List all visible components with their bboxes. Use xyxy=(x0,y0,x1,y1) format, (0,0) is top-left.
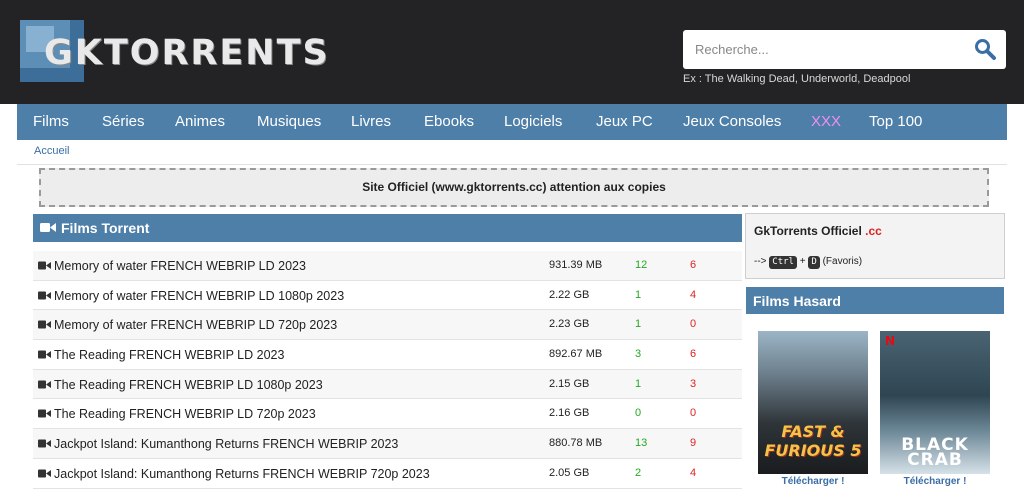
search-icon[interactable] xyxy=(974,38,996,60)
torrent-name-link[interactable]: Jackpot Island: Kumanthong Returns FRENC… xyxy=(54,437,398,451)
torrent-size: 931.39 MB xyxy=(549,259,603,271)
ctrl-key: Ctrl xyxy=(769,256,797,269)
video-camera-icon xyxy=(40,223,56,232)
official-site-box: GkTorrents Officiel .cc --> Ctrl + D (Fa… xyxy=(745,213,1005,279)
torrent-seeders: 0 xyxy=(635,407,642,420)
nav-item-jeux-consoles[interactable]: Jeux Consoles xyxy=(683,104,781,140)
shortcut-plus: + xyxy=(799,256,806,267)
nav-item-animes[interactable]: Animes xyxy=(175,104,225,140)
torrent-seeders: 2 xyxy=(635,466,642,479)
torrent-size: 2.23 GB xyxy=(549,318,590,331)
torrent-seeders: 1 xyxy=(635,288,642,301)
nav-item-top-100[interactable]: Top 100 xyxy=(869,104,922,140)
torrent-size: 892.67 MB xyxy=(549,348,603,361)
torrent-name-link[interactable]: The Reading FRENCH WEBRIP LD 2023 xyxy=(54,348,284,362)
nav-item-logiciels[interactable]: Logiciels xyxy=(504,104,562,140)
table-row[interactable]: Jackpot Island: Kumanthong Returns FRENC… xyxy=(33,429,742,459)
torrent-name-link[interactable]: Memory of water FRENCH WEBRIP LD 2023 xyxy=(54,259,306,273)
films-panel-header: Films Torrent xyxy=(33,214,742,242)
table-row[interactable]: The Reading FRENCH WEBRIP LD 1080p 2023 … xyxy=(33,369,742,400)
torrent-size: 880.78 MB xyxy=(549,437,603,450)
torrent-name-link[interactable]: The Reading FRENCH WEBRIP LD 720p 2023 xyxy=(54,407,316,421)
poster-title: BLACK CRAB xyxy=(901,435,969,470)
breadcrumb-bar xyxy=(17,140,1007,165)
torrent-size: 2.15 GB xyxy=(549,377,590,390)
films-panel-title: Films Torrent xyxy=(61,220,150,236)
breadcrumb-home[interactable]: Accueil xyxy=(34,145,69,157)
torrent-name-link[interactable]: Memory of water FRENCH WEBRIP LD 1080p 2… xyxy=(54,289,344,303)
table-row[interactable]: The Reading FRENCH WEBRIP LD 720p 2023 2… xyxy=(33,399,742,430)
video-camera-icon xyxy=(38,409,51,418)
torrent-seeders: 13 xyxy=(635,437,648,450)
nav-item-livres[interactable]: Livres xyxy=(351,104,391,140)
video-camera-icon xyxy=(38,350,51,359)
torrent-seeders: 12 xyxy=(635,259,648,271)
official-site-tld: .cc xyxy=(865,224,882,238)
nav-item-musiques[interactable]: Musiques xyxy=(257,104,321,140)
torrent-leechers: 6 xyxy=(690,259,697,271)
site-header: GKTORRENTS Ex : The Walking Dead, Underw… xyxy=(0,0,1024,104)
torrent-seeders: 1 xyxy=(635,318,642,331)
nav-item-ebooks[interactable]: Ebooks xyxy=(424,104,474,140)
table-row[interactable]: Memory of water FRENCH WEBRIP LD 2023 93… xyxy=(33,251,742,281)
table-row[interactable]: Memory of water FRENCH WEBRIP LD 1080p 2… xyxy=(33,280,742,311)
official-site-notice: Site Officiel (www.gktorrents.cc) attent… xyxy=(39,168,989,207)
torrent-leechers: 0 xyxy=(690,407,697,420)
torrent-seeders: 3 xyxy=(635,348,642,361)
random-films-title: Films Hasard xyxy=(753,293,841,309)
d-key: D xyxy=(808,256,820,269)
nav-item-jeux-pc[interactable]: Jeux PC xyxy=(596,104,653,140)
torrent-size: 2.05 GB xyxy=(549,466,590,479)
shortcut-label: (Favoris) xyxy=(822,256,863,267)
torrent-name-link[interactable]: The Reading FRENCH WEBRIP LD 1080p 2023 xyxy=(54,378,323,392)
random-films-grid: FAST & FURIOUS 5 Télécharger ! N BLACK C… xyxy=(746,314,1004,487)
nav-item-films[interactable]: Films xyxy=(33,104,69,140)
logo-text: GKTORRENTS xyxy=(44,33,330,73)
torrent-leechers: 9 xyxy=(690,437,697,450)
table-row[interactable]: Memory of water FRENCH WEBRIP LD 720p 20… xyxy=(33,310,742,341)
movie-poster[interactable]: FAST & FURIOUS 5 xyxy=(758,331,868,474)
main-nav: Films Séries Animes Musiques Livres Eboo… xyxy=(17,104,1007,140)
official-site-title: GkTorrents Officiel .cc xyxy=(754,224,882,238)
torrent-name-link[interactable]: Memory of water FRENCH WEBRIP LD 720p 20… xyxy=(54,318,337,332)
torrent-list: Memory of water FRENCH WEBRIP LD 2023 93… xyxy=(33,251,742,489)
torrent-size: 2.22 GB xyxy=(549,288,590,301)
table-row[interactable]: Jackpot Island: Kumanthong Returns FRENC… xyxy=(33,458,742,489)
video-camera-icon xyxy=(38,469,51,478)
torrent-name-link[interactable]: Jackpot Island: Kumanthong Returns FRENC… xyxy=(54,467,430,481)
video-camera-icon xyxy=(38,320,51,329)
torrent-seeders: 1 xyxy=(635,377,642,390)
nav-item-xxx[interactable]: XXX xyxy=(811,104,841,140)
torrent-leechers: 6 xyxy=(690,348,697,361)
bookmark-shortcut: --> Ctrl + D (Favoris) xyxy=(754,256,862,269)
torrent-leechers: 4 xyxy=(690,288,697,301)
official-site-name: GkTorrents Officiel xyxy=(754,224,862,238)
video-camera-icon xyxy=(38,261,51,270)
video-camera-icon xyxy=(38,291,51,300)
random-films-header: Films Hasard xyxy=(746,287,1004,314)
site-logo[interactable]: GKTORRENTS xyxy=(20,20,350,84)
search-box xyxy=(683,30,1006,69)
movie-poster[interactable]: N BLACK CRAB xyxy=(880,331,990,474)
poster-title: FAST & FURIOUS 5 xyxy=(764,422,862,460)
search-input[interactable] xyxy=(683,30,965,69)
nav-item-series[interactable]: Séries xyxy=(102,104,145,140)
table-row[interactable]: The Reading FRENCH WEBRIP LD 2023 892.67… xyxy=(33,340,742,370)
video-camera-icon xyxy=(38,380,51,389)
search-hint: Ex : The Walking Dead, Underworld, Deadp… xyxy=(683,73,911,85)
torrent-leechers: 4 xyxy=(690,466,697,479)
shortcut-arrow: --> xyxy=(754,256,767,267)
torrent-leechers: 0 xyxy=(690,318,697,331)
video-camera-icon xyxy=(38,439,51,448)
torrent-leechers: 3 xyxy=(690,377,697,390)
torrent-size: 2.16 GB xyxy=(549,407,590,420)
netflix-badge: N xyxy=(885,334,896,348)
